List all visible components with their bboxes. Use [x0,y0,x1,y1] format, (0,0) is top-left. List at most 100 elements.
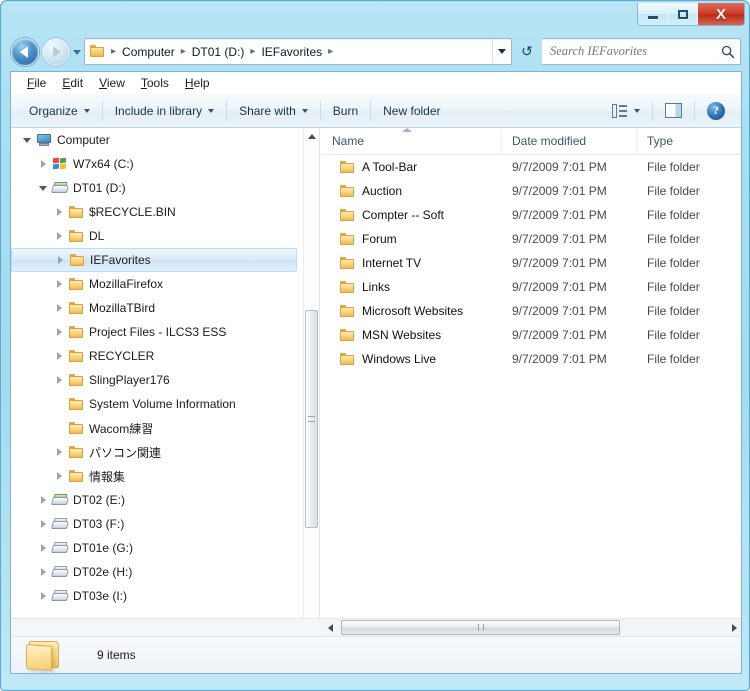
table-row[interactable]: A Tool-Bar 9/7/2009 7:01 PM File folder [322,155,741,179]
burn-button[interactable]: Burn [323,99,368,123]
tree-expander-icon[interactable] [35,496,51,504]
recent-pages-caret-icon[interactable] [73,50,81,55]
tree-expander-icon[interactable] [19,137,35,143]
file-list-horizontal-scrollbar[interactable] [322,619,741,636]
column-header-type[interactable]: Type [637,128,741,154]
tree-expander-icon[interactable] [51,352,67,360]
tree-item-9[interactable]: RECYCLER [11,344,303,368]
tree-item-7[interactable]: MozillaTBird [11,296,303,320]
tree-expander-icon[interactable] [51,280,67,288]
menu-tools[interactable]: Tools [133,74,177,92]
tree-expander-icon[interactable] [51,472,67,480]
tree-item-16[interactable]: DT03 (F:) [11,512,303,536]
address-bar[interactable]: ▸ Computer ▸ DT01 (D:) ▸ IEFavorites ▸ [84,38,512,65]
minimize-icon [647,15,658,19]
tree-item-12[interactable]: Wacom練習 [11,416,303,440]
tree-expander-icon[interactable] [51,328,67,336]
tree-item-2[interactable]: DT01 (D:) [11,176,303,200]
cell-name: Internet TV [322,256,502,270]
table-row[interactable]: Internet TV 9/7/2009 7:01 PM File folder [322,251,741,275]
tree-expander-icon[interactable] [35,544,51,552]
tree-item-3[interactable]: $RECYCLE.BIN [11,200,303,224]
sort-ascending-icon [402,128,412,132]
tree-expander-icon[interactable] [51,304,67,312]
scroll-right-button[interactable] [726,619,741,636]
tree-expander-icon[interactable] [35,185,51,191]
search-icon[interactable] [716,45,740,59]
scroll-up-button[interactable] [304,128,319,145]
search-box[interactable] [542,38,741,65]
table-row[interactable]: Compter -- Soft 9/7/2009 7:01 PM File fold… [322,203,741,227]
tree-expander-icon[interactable] [51,376,67,384]
file-name-label: Auction [362,184,403,198]
breadcrumb-item-computer[interactable]: Computer [119,43,178,61]
tree-item-19[interactable]: DT03e (I:) [11,584,303,608]
back-button[interactable] [11,38,39,66]
change-view-button[interactable] [602,99,650,123]
tree-item-11[interactable]: System Volume Information [11,392,303,416]
address-dropdown-button[interactable] [492,39,511,64]
table-row[interactable]: Auction 9/7/2009 7:01 PM File folder [322,179,741,203]
tree-item-0[interactable]: Computer [11,128,303,152]
include-in-library-button[interactable]: Include in library [105,99,224,123]
tree-expander-icon[interactable] [52,256,68,264]
table-row[interactable]: Links 9/7/2009 7:01 PM File folder [322,275,741,299]
tree-item-14[interactable]: 情報集 [11,464,303,488]
share-with-button[interactable]: Share with [229,99,318,123]
tree-item-8[interactable]: Project Files - ILCS3 ESS [11,320,303,344]
breadcrumb-separator: ▸ [180,46,186,57]
command-separator [652,100,653,121]
tree-item-18[interactable]: DT02e (H:) [11,560,303,584]
table-row[interactable]: Forum 9/7/2009 7:01 PM File folder [322,227,741,251]
folder-icon [68,397,84,411]
minimize-button[interactable] [638,3,668,25]
tree-expander-icon[interactable] [51,232,67,240]
table-row[interactable]: Windows Live 9/7/2009 7:01 PM File folder [322,347,741,371]
tree-item-10[interactable]: SlingPlayer176 [11,368,303,392]
folder-icon [68,469,84,483]
column-header-name[interactable]: Name [322,128,502,154]
refresh-button[interactable]: ↺ [514,38,540,65]
new-folder-button[interactable]: New folder [373,99,450,123]
menu-view[interactable]: View [91,74,133,92]
help-button[interactable]: ? [697,97,735,125]
navigation-scrollbar-thumb[interactable] [305,310,318,528]
drive-icon [50,542,69,554]
tree-expander-icon[interactable] [35,520,51,528]
cell-name: Microsoft Websites [322,304,502,318]
tree-item-15[interactable]: DT02 (E:) [11,488,303,512]
tree-item-6[interactable]: MozillaFirefox [11,272,303,296]
show-preview-pane-button[interactable] [655,98,692,123]
tree-expander-icon[interactable] [35,592,51,600]
tree-item-4[interactable]: DL [11,224,303,248]
menu-help[interactable]: Help [177,74,218,92]
navigation-pane-scrollbar[interactable] [303,128,319,618]
table-row[interactable]: MSN Websites 9/7/2009 7:01 PM File folder [322,323,741,347]
scroll-left-button[interactable] [322,619,339,636]
tree-expander-icon[interactable] [35,160,51,168]
search-input[interactable] [542,43,716,60]
menu-file[interactable]: File [19,74,54,92]
folder-icon [68,349,84,363]
tree-item-17[interactable]: DT01e (G:) [11,536,303,560]
table-row[interactable]: Microsoft Websites 9/7/2009 7:01 PM File f… [322,299,741,323]
forward-button[interactable] [42,38,70,66]
tree-expander-icon[interactable] [51,208,67,216]
tree-item-5[interactable]: IEFavorites [11,248,297,272]
navigation-scroll-down-button[interactable] [303,619,319,636]
tree-expander-icon[interactable] [35,568,51,576]
command-separator [694,100,695,121]
tree-item-1[interactable]: W7x64 (C:) [11,152,303,176]
maximize-button[interactable] [668,3,698,25]
menu-edit[interactable]: Edit [54,74,91,92]
horizontal-scrollbar-thumb[interactable] [341,620,620,635]
close-button[interactable]: X [698,3,744,25]
tree-item-label: DL [89,229,105,243]
breadcrumb-item-dt01[interactable]: DT01 (D:) [189,43,248,61]
organize-button[interactable]: Organize [19,99,100,123]
tree-item-13[interactable]: パソコン関連 [11,440,303,464]
column-header-date-modified[interactable]: Date modified [502,128,637,154]
tree-item-label: Project Files - ILCS3 ESS [89,325,227,339]
breadcrumb-item-iefavorites[interactable]: IEFavorites [258,43,325,61]
tree-expander-icon[interactable] [51,448,67,456]
